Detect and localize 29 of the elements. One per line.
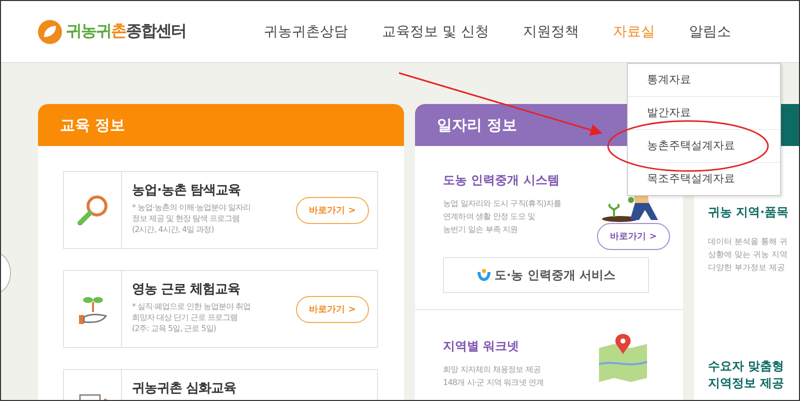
dropdown-item[interactable]: 통계자료 bbox=[628, 64, 780, 96]
nav-menu-item[interactable]: 지원정책 bbox=[522, 22, 579, 40]
nav-menu-item[interactable]: 귀농귀촌상담 bbox=[264, 22, 348, 40]
program-title: 영농 근로 체험교육 bbox=[132, 281, 242, 298]
card-header: 교육 정보 bbox=[38, 104, 404, 146]
nav-menu-item[interactable]: 알림소 bbox=[688, 22, 731, 40]
dropdown-item[interactable]: 목조주택설계자료 bbox=[628, 162, 780, 195]
site-logo-text[interactable]: 귀농귀촌종합센터 bbox=[66, 21, 186, 42]
go-button[interactable]: 바로가기 > bbox=[597, 223, 670, 250]
magnifier-icon bbox=[76, 193, 110, 227]
program-description: * 실직·폐업으로 인한 농업분야 취업 희망자 대상 단기 근로 프로그램 (2주: 교육 5일, 근로 5일) bbox=[132, 301, 251, 334]
u-logo-icon bbox=[476, 268, 491, 282]
dropdown-item[interactable]: 농촌주택설계자료 bbox=[628, 129, 780, 162]
service-title: 지역별 워크넷 bbox=[443, 338, 520, 355]
program-title: 농업·농촌 탐색교육 bbox=[132, 182, 242, 199]
service-description: 농업 일자리와 도시 구직(휴직)자를 연계하여 생활 안정 도모 및 농번기 일손 부족 지원 bbox=[443, 198, 562, 236]
service-description: 데이터 분석을 통해 귀 상황에 맞는 귀농 지역 다양한 부가정보 제공 bbox=[708, 236, 789, 274]
leaf-logo-icon bbox=[38, 20, 62, 44]
matching-service-banner[interactable]: 도·농 인력중개 서비스 bbox=[443, 257, 649, 293]
program-description: * 농업·농촌의 이해·농업분야 일자리 정보 제공 및 현장 탐색 프로그램 (2시간, 4시간, 4일 과정) bbox=[132, 202, 251, 235]
dropdown-item[interactable]: 발간자료 bbox=[628, 96, 780, 129]
program-title: 귀농귀촌 심화교육 bbox=[132, 380, 236, 397]
service-name: 도·농 인력중개 서비스 bbox=[494, 266, 616, 284]
service-description: 희망 지자체의 채용정보 제공 148개 시·군 지역 워크넷 연계 bbox=[443, 364, 545, 389]
map-pin-icon bbox=[597, 334, 649, 382]
nav-menu-item[interactable]: 교육정보 및 신청 bbox=[382, 22, 489, 40]
service-title: 수요자 맞춤형 지역정보 제공 bbox=[708, 358, 786, 392]
service-title: 도농 인력중개 시스템 bbox=[443, 172, 560, 189]
service-title: 귀농 지역·품목 bbox=[708, 204, 790, 221]
